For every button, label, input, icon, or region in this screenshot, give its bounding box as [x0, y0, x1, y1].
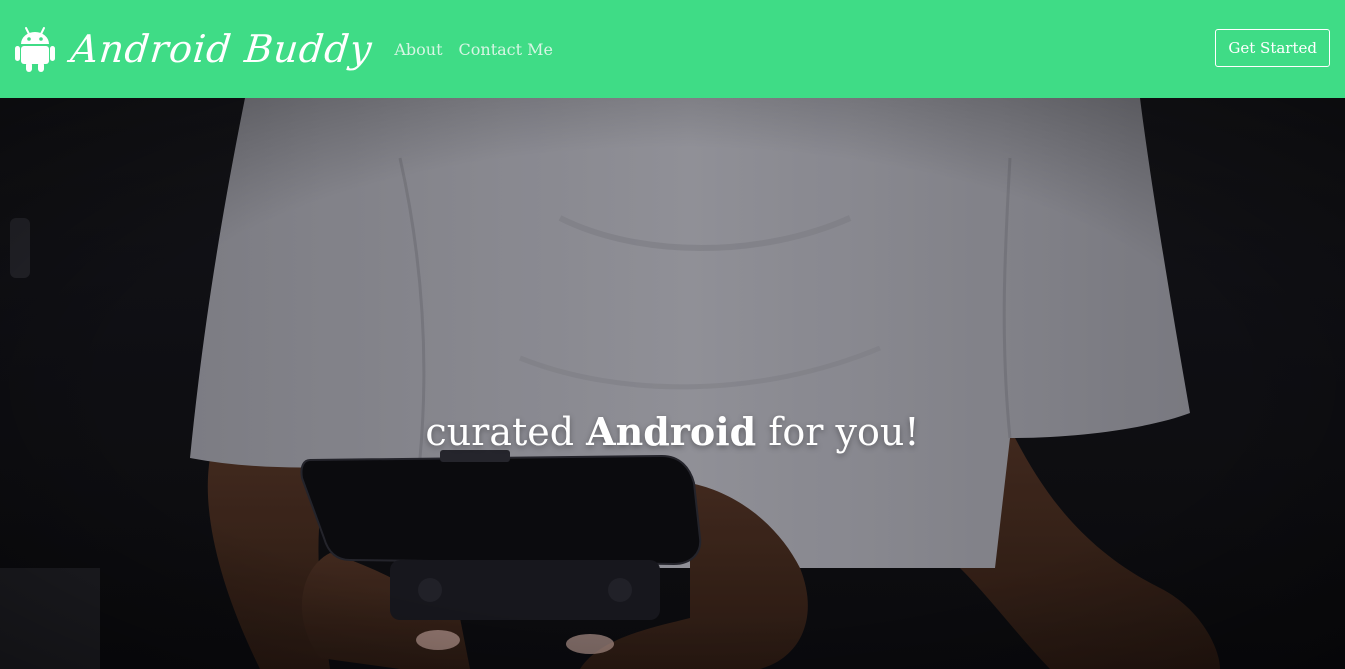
nav-links: About Contact Me	[394, 40, 569, 59]
nav-link-contact[interactable]: Contact Me	[459, 40, 553, 59]
android-robot-icon	[15, 27, 55, 72]
hero-headline-bold: Android	[586, 409, 757, 454]
navbar: Android Buddy About Contact Me Get Start…	[0, 0, 1345, 98]
hero-section: curated Android for you!	[0, 98, 1345, 669]
brand-name: Android Buddy	[68, 27, 375, 71]
hero-headline-post: for you!	[756, 410, 920, 454]
hero-headline-pre: curated	[425, 410, 587, 454]
get-started-button[interactable]: Get Started	[1215, 29, 1330, 67]
brand-link[interactable]: Android Buddy	[15, 26, 394, 72]
nav-link-about[interactable]: About	[394, 40, 442, 59]
hero-headline: curated Android for you!	[0, 411, 1345, 454]
person-holding-phone-photo	[0, 98, 1345, 669]
